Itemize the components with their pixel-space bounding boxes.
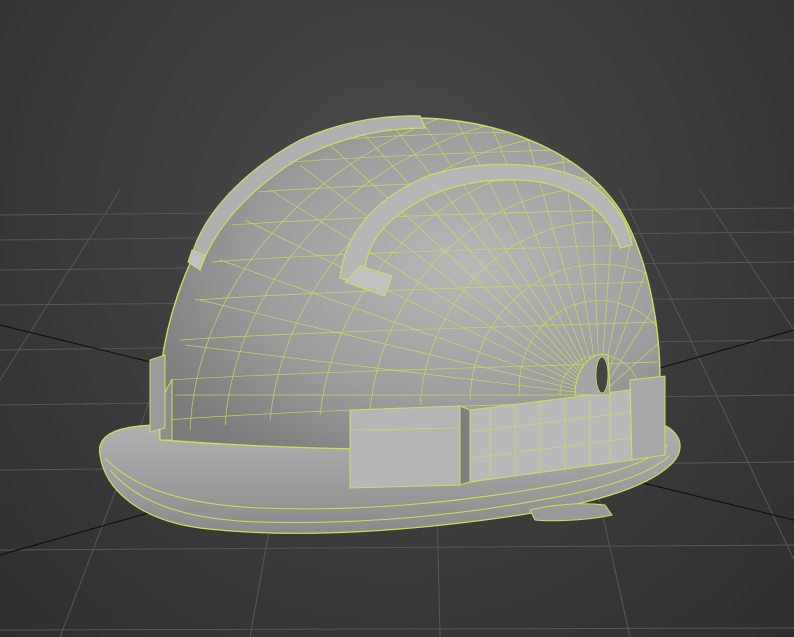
- helmet-model[interactable]: [99, 115, 681, 534]
- viewport-canvas: [0, 115, 794, 637]
- viewport-3d[interactable]: [0, 0, 794, 637]
